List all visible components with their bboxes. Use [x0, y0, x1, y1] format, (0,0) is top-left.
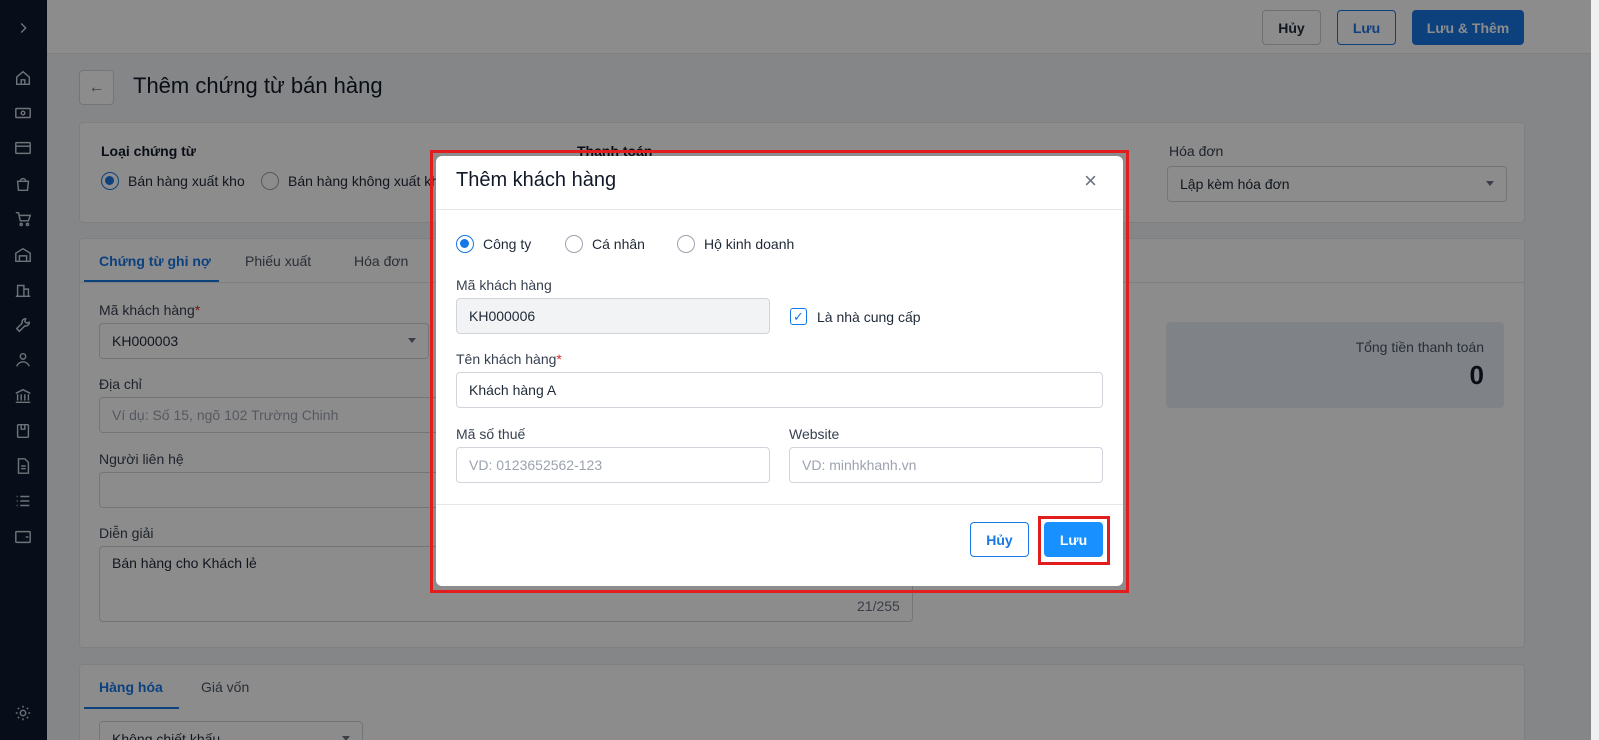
website-label: Website: [789, 426, 840, 442]
check-icon: ✓: [793, 309, 804, 324]
customer-name-input[interactable]: Khách hàng A: [456, 372, 1103, 408]
customer-code-input[interactable]: KH000006: [456, 298, 770, 334]
supplier-checkbox-label: Là nhà cung cấp: [817, 309, 921, 325]
header-divider: [436, 209, 1123, 210]
radio-individual-label: Cá nhân: [592, 236, 645, 252]
radio-company-label: Công ty: [483, 236, 532, 252]
save-button-highlight-frame: [1038, 516, 1110, 565]
close-icon[interactable]: ×: [1084, 170, 1097, 192]
customer-name-label: Tên khách hàng*: [456, 351, 562, 367]
tax-code-input[interactable]: VD: 0123652562-123: [456, 447, 770, 483]
scrollbar-track[interactable]: [1591, 0, 1599, 740]
radio-individual[interactable]: [565, 235, 583, 253]
dialog-cancel-button[interactable]: Hủy: [970, 522, 1029, 557]
add-customer-dialog: Thêm khách hàng × Công ty Cá nhân Hộ kin…: [436, 156, 1123, 586]
footer-divider: [436, 504, 1123, 505]
website-input[interactable]: VD: minhkhanh.vn: [789, 447, 1103, 483]
supplier-checkbox[interactable]: ✓: [790, 308, 807, 325]
tax-code-label: Mã số thuế: [456, 426, 526, 442]
dialog-title: Thêm khách hàng: [456, 169, 617, 191]
radio-household-business-label: Hộ kinh doanh: [704, 236, 795, 252]
radio-household-business[interactable]: [677, 235, 695, 253]
customer-code-label: Mã khách hàng: [456, 277, 552, 293]
radio-company[interactable]: [456, 235, 474, 253]
